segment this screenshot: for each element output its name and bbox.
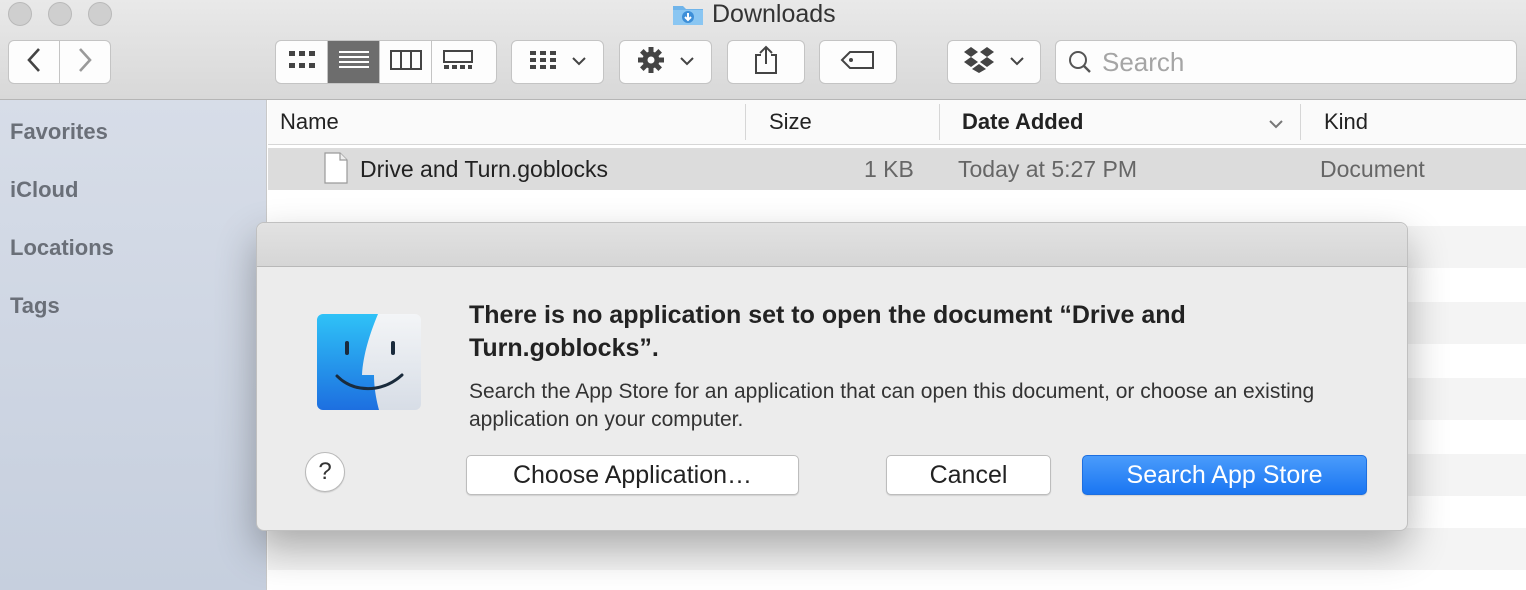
file-name: Drive and Turn.goblocks: [360, 155, 609, 182]
chevron-left-icon: [26, 47, 42, 78]
sidebar-section-locations[interactable]: Locations: [10, 235, 114, 261]
help-button[interactable]: ?: [305, 452, 345, 492]
column-divider[interactable]: [1300, 104, 1301, 140]
window-title: Downloads: [672, 0, 836, 28]
search-icon: [1068, 50, 1092, 74]
dropbox-button[interactable]: [947, 40, 1041, 84]
sidebar-section-favorites[interactable]: Favorites: [10, 119, 108, 145]
column-divider[interactable]: [745, 104, 746, 140]
empty-row: [268, 528, 1526, 570]
chevron-down-icon: [1009, 53, 1025, 71]
icon-grid-icon: [288, 50, 316, 75]
no-application-alert: There is no application set to open the …: [256, 222, 1408, 531]
chevron-down-icon: [679, 53, 695, 71]
edit-tags-button[interactable]: [819, 40, 897, 84]
sidebar-section-tags[interactable]: Tags: [10, 293, 60, 319]
finder-icon: [316, 313, 422, 411]
gear-icon: [637, 46, 665, 79]
column-size[interactable]: Size: [769, 100, 812, 144]
back-button[interactable]: [9, 41, 60, 83]
forward-button[interactable]: [60, 41, 110, 83]
view-mode-control: [275, 40, 497, 84]
search-field[interactable]: Search: [1055, 40, 1517, 84]
downloads-folder-icon: [672, 2, 704, 26]
zoom-window-button[interactable]: [88, 2, 112, 26]
document-icon: [324, 152, 348, 189]
cancel-button[interactable]: Cancel: [886, 455, 1051, 495]
toolbar: Downloads Search: [0, 0, 1526, 100]
chevron-down-icon: [571, 53, 587, 71]
share-button[interactable]: [727, 40, 805, 84]
file-date-added: Today at 5:27 PM: [958, 155, 1137, 182]
chevron-right-icon: [77, 47, 93, 78]
file-row[interactable]: Drive and Turn.goblocks 1 KB Today at 5:…: [268, 148, 1526, 190]
column-divider[interactable]: [939, 104, 940, 140]
close-window-button[interactable]: [8, 2, 32, 26]
action-menu-button[interactable]: [619, 40, 712, 84]
choose-application-button[interactable]: Choose Application…: [466, 455, 799, 495]
minimize-window-button[interactable]: [48, 2, 72, 26]
list-view-button[interactable]: [328, 41, 380, 83]
gallery-view-button[interactable]: [432, 41, 484, 83]
sort-descending-icon: [1268, 116, 1284, 134]
columns-icon: [389, 49, 422, 75]
column-name[interactable]: Name: [280, 100, 339, 144]
tag-icon: [840, 50, 876, 75]
file-size: 1 KB: [864, 155, 914, 182]
alert-title-bar: [257, 223, 1407, 267]
search-app-store-button[interactable]: Search App Store: [1082, 455, 1367, 495]
alert-heading: There is no application set to open the …: [469, 301, 1186, 362]
column-kind[interactable]: Kind: [1324, 100, 1368, 144]
column-date-added[interactable]: Date Added: [962, 100, 1083, 144]
sidebar: Favorites iCloud Locations Tags: [0, 100, 267, 590]
list-icon: [338, 50, 369, 75]
icon-view-button[interactable]: [276, 41, 328, 83]
navigation-buttons: [8, 40, 111, 84]
dropbox-icon: [963, 46, 995, 79]
column-header: Name Size Date Added Kind: [268, 100, 1526, 145]
file-kind: Document: [1320, 155, 1425, 182]
alert-message: Search the App Store for an application …: [469, 380, 1315, 431]
window-title-text: Downloads: [712, 0, 836, 28]
group-by-button[interactable]: [511, 40, 604, 84]
search-placeholder: Search: [1102, 46, 1185, 77]
gallery-icon: [443, 49, 473, 75]
column-view-button[interactable]: [380, 41, 432, 83]
sidebar-section-icloud[interactable]: iCloud: [10, 177, 78, 203]
share-icon: [753, 45, 779, 80]
group-grid-icon: [529, 50, 557, 75]
